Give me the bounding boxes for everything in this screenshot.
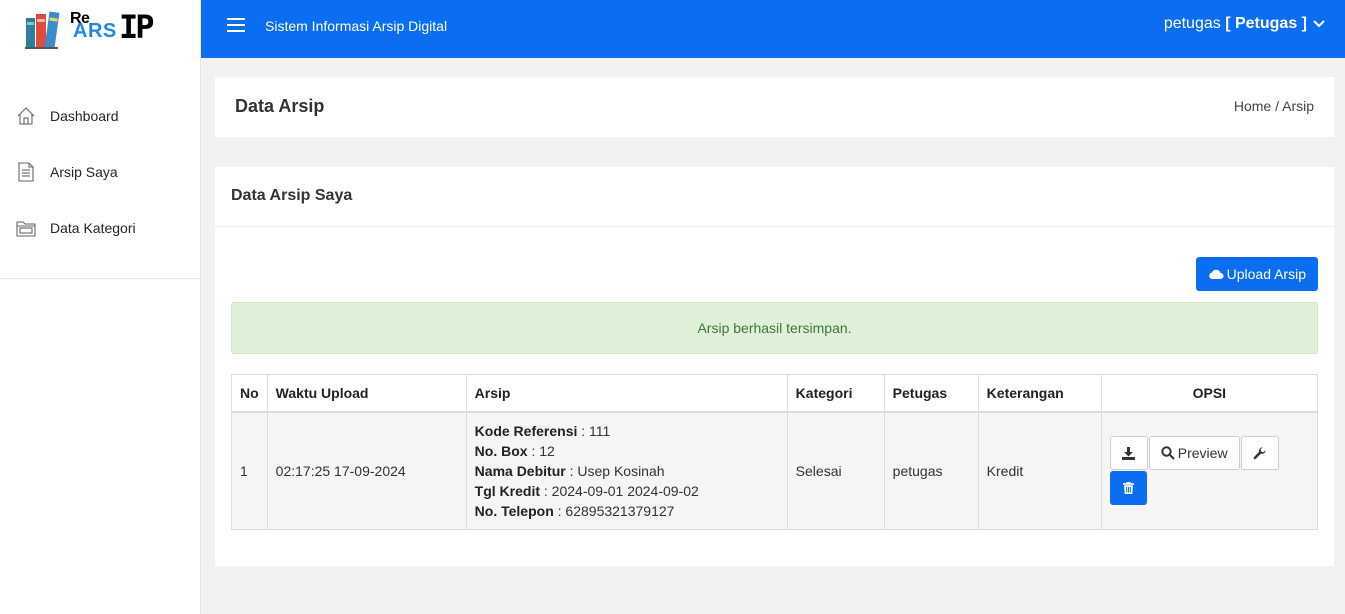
action-buttons: Preview — [1109, 436, 1309, 471]
sidebar: Re ARS IP Dashboard Arsip Saya Data Kate… — [0, 0, 201, 614]
home-icon — [15, 105, 37, 127]
topbar: Sistem Informasi Arsip Digital petugas [… — [201, 0, 1345, 58]
sidebar-nav: Dashboard Arsip Saya Data Kategori — [0, 88, 200, 279]
folder-icon — [15, 217, 37, 239]
arsip-no-box: No. Box : 12 — [474, 442, 555, 459]
cell-no: 1 — [231, 411, 268, 530]
user-name: petugas — [1163, 15, 1221, 32]
wrench-icon — [1253, 447, 1266, 459]
cell-arsip: Kode Referensi : 111 No. Box : 12 Nama D… — [465, 411, 788, 530]
column-header-kategori: Kategori — [786, 374, 885, 413]
download-button[interactable] — [1109, 436, 1148, 471]
card-divider — [215, 226, 1334, 227]
edit-button[interactable] — [1240, 436, 1279, 471]
trash-icon — [1122, 482, 1134, 495]
brand-ip-text: IP — [119, 8, 154, 46]
user-menu[interactable]: petugas [ Petugas ] — [1164, 15, 1325, 33]
arsip-no-telepon: No. Telepon : 62895321379127 — [474, 502, 675, 519]
table-row: 1 02:17:25 17-09-2024 Kode Referensi : 1… — [231, 411, 1319, 530]
page-title: Data Arsip — [235, 96, 325, 116]
sidebar-item-label: Dashboard — [50, 108, 119, 124]
card-title: Data Arsip Saya — [231, 187, 353, 204]
cell-keterangan: Kredit — [977, 411, 1102, 530]
preview-button[interactable]: Preview — [1148, 436, 1240, 471]
archive-table: No Waktu Upload Arsip Kategori Petugas K… — [231, 374, 1319, 530]
column-header-keterangan: Keterangan — [977, 374, 1102, 413]
brand-ars-text: ARS — [73, 20, 117, 42]
upload-arsip-label: Upload Arsip — [1226, 266, 1306, 282]
cloud-icon — [1208, 269, 1224, 279]
preview-label: Preview — [1177, 445, 1228, 462]
arsip-kode-referensi: Kode Referensi : 111 — [474, 422, 611, 439]
cell-petugas: petugas — [883, 411, 979, 530]
page-header: Data Arsip Home / Arsip — [215, 77, 1334, 137]
sidebar-item-data-kategori[interactable]: Data Kategori — [0, 200, 200, 256]
sidebar-item-label: Arsip Saya — [50, 164, 118, 180]
cell-opsi: Preview — [1100, 411, 1319, 530]
cell-kategori: Selesai — [786, 411, 885, 530]
search-icon — [1161, 446, 1175, 460]
breadcrumb[interactable]: Home / Arsip — [1234, 98, 1314, 114]
arsip-tgl-kredit: Tgl Kredit : 2024-09-01 2024-09-02 — [474, 482, 699, 499]
table-header-row: No Waktu Upload Arsip Kategori Petugas K… — [231, 374, 1319, 413]
column-header-petugas: Petugas — [883, 374, 979, 413]
books-logo-icon — [25, 11, 60, 49]
archive-card: Data Arsip Saya Upload Arsip Arsip berha… — [215, 167, 1334, 566]
column-header-arsip: Arsip — [465, 374, 788, 413]
download-icon — [1122, 446, 1136, 460]
arsip-nama-debitur: Nama Debitur : Usep Kosinah — [474, 462, 665, 479]
sidebar-item-dashboard[interactable]: Dashboard — [0, 88, 200, 144]
app-title: Sistem Informasi Arsip Digital — [265, 18, 448, 34]
user-role: [ Petugas ] — [1225, 15, 1307, 32]
column-header-waktu: Waktu Upload — [266, 374, 467, 413]
brand-logo[interactable]: Re ARS IP — [0, 0, 200, 58]
success-alert: Arsip berhasil tersimpan. — [231, 302, 1318, 354]
cell-waktu-upload: 02:17:25 17-09-2024 — [266, 411, 467, 530]
document-icon — [15, 161, 37, 183]
sidebar-item-arsip-saya[interactable]: Arsip Saya — [0, 144, 200, 200]
menu-toggle-icon[interactable] — [227, 18, 245, 34]
chevron-down-icon — [1313, 20, 1325, 28]
upload-arsip-button[interactable]: Upload Arsip — [1195, 257, 1318, 291]
column-header-no: No — [231, 374, 268, 413]
delete-button[interactable] — [1109, 471, 1147, 506]
sidebar-item-label: Data Kategori — [50, 220, 136, 236]
column-header-opsi: OPSI — [1100, 374, 1319, 413]
